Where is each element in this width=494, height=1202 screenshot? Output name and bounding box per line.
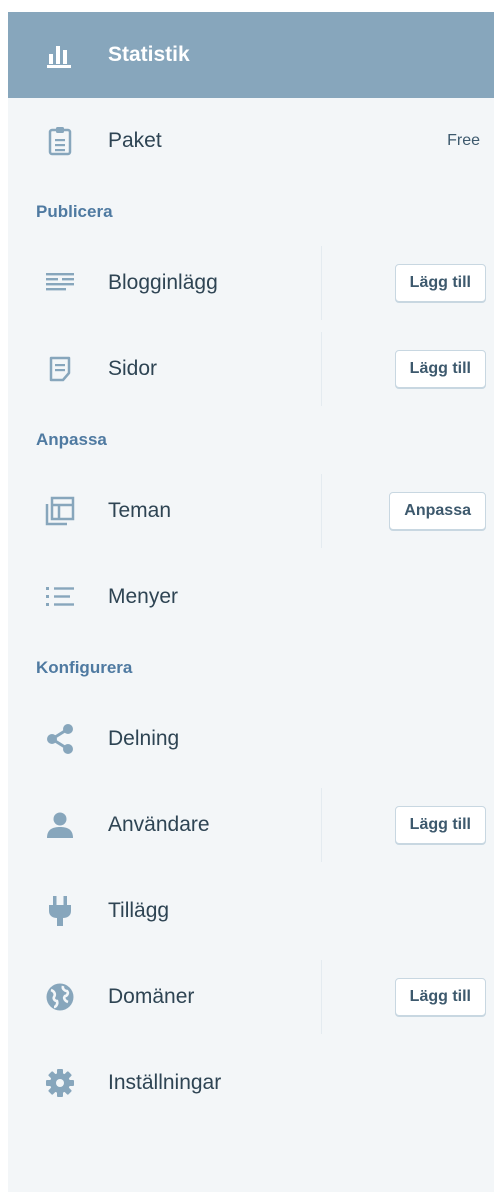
sidebar-item-stats[interactable]: Statistik (8, 12, 494, 98)
sidebar-item-plans[interactable]: Paket Free (8, 98, 494, 184)
sidebar-item-label: Inställningar (108, 1071, 222, 1094)
divider (321, 788, 322, 862)
add-page-button[interactable]: Lägg till (394, 350, 486, 388)
gear-icon (44, 1067, 76, 1099)
sidebar-item-plugins[interactable]: Tillägg (8, 868, 494, 954)
sidebar-item-label: Blogginlägg (108, 271, 218, 294)
sidebar-item-menus[interactable]: Menyer (8, 554, 494, 640)
sidebar-item-people[interactable]: Användare Lägg till (8, 782, 494, 868)
sidebar-item-label: Domäner (108, 985, 195, 1008)
posts-icon (44, 267, 76, 299)
section-title-personalize: Anpassa (36, 430, 107, 449)
section-title-publish: Publicera (36, 202, 113, 221)
menus-icon (44, 581, 76, 613)
divider (321, 246, 322, 320)
sidebar-item-label: Användare (108, 813, 210, 836)
user-icon (44, 809, 76, 841)
bar-chart-icon (44, 39, 76, 71)
customize-button[interactable]: Anpassa (389, 492, 486, 530)
sidebar-item-label: Delning (108, 727, 180, 750)
sidebar-item-domains[interactable]: Domäner Lägg till (8, 954, 494, 1040)
plug-icon (44, 895, 76, 927)
divider (321, 332, 322, 406)
sidebar: Statistik Paket Free Publicera Blogginlä… (8, 12, 494, 1192)
sidebar-item-settings[interactable]: Inställningar (8, 1040, 494, 1126)
sidebar-item-label: Statistik (108, 43, 190, 66)
sidebar-item-label: Menyer (108, 585, 179, 608)
sidebar-item-pages[interactable]: Sidor Lägg till (8, 326, 494, 412)
divider (321, 474, 322, 548)
plan-badge: Free (447, 132, 480, 149)
divider (321, 960, 322, 1034)
sidebar-item-posts[interactable]: Blogginlägg Lägg till (8, 240, 494, 326)
section-title-configure: Konfigurera (36, 658, 133, 677)
add-user-button[interactable]: Lägg till (394, 806, 486, 844)
clipboard-icon (44, 125, 76, 157)
sidebar-item-label: Sidor (108, 357, 158, 380)
globe-icon (44, 981, 76, 1013)
sidebar-item-label: Teman (108, 499, 172, 522)
themes-icon (44, 495, 76, 527)
add-post-button[interactable]: Lägg till (394, 264, 486, 302)
sidebar-item-label: Tillägg (108, 899, 170, 922)
add-domain-button[interactable]: Lägg till (394, 978, 486, 1016)
page-icon (44, 353, 76, 385)
sidebar-item-themes[interactable]: Teman Anpassa (8, 468, 494, 554)
sidebar-item-label: Paket (108, 129, 162, 152)
share-icon (44, 723, 76, 755)
sidebar-item-sharing[interactable]: Delning (8, 696, 494, 782)
